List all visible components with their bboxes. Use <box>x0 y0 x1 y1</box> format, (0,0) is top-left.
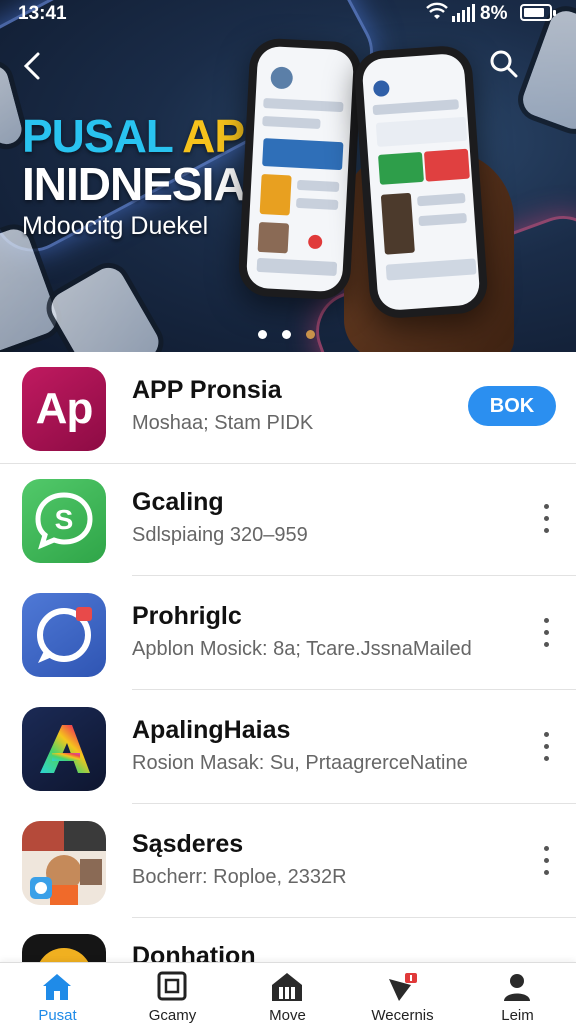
circle-icon <box>22 934 106 962</box>
flag-notification-icon <box>389 973 417 1001</box>
tab-wecernis[interactable]: Wecernis <box>345 963 460 1024</box>
battery-percent: 8% <box>480 3 508 24</box>
hero-banner[interactable]: 13:41 8% PUSAL APR INIDNESIA Mdoocitg Du… <box>0 0 576 352</box>
svg-text:S: S <box>55 504 74 535</box>
search-icon <box>490 50 518 78</box>
photo-collage-icon <box>22 821 106 905</box>
square-frame-icon <box>157 971 187 1001</box>
bottom-navigation: Pusat Gcamy Move Wecernis Leim <box>0 962 576 1024</box>
carousel-dot-active[interactable] <box>306 330 315 339</box>
house-columns-icon <box>272 973 302 1001</box>
phone-mockup-left <box>237 37 363 301</box>
carousel-dot[interactable] <box>258 330 267 339</box>
ap-icon-text: Ap <box>35 384 94 433</box>
app-title: Sąsderes <box>132 830 244 858</box>
divider <box>132 803 576 804</box>
chat-s-icon: S <box>22 479 106 563</box>
app-subtitle: Bocherr: Roploe, 2332R <box>132 866 347 888</box>
app-title: ApalingHaias <box>132 716 291 744</box>
search-button[interactable] <box>484 44 524 84</box>
wifi-icon <box>426 2 448 27</box>
list-item[interactable]: Ap APP Pronsia Moshaa; Stam PIDK BOK <box>0 352 576 464</box>
carousel-dot[interactable] <box>282 330 291 339</box>
more-options-button[interactable] <box>532 842 562 882</box>
list-item[interactable]: ApalingHaias Rosion Masak: Su, Prtaagrer… <box>0 692 576 804</box>
tab-label: Wecernis <box>371 1007 434 1024</box>
phone-mockup-right <box>352 44 490 320</box>
more-options-button[interactable] <box>532 500 562 540</box>
carousel-indicator[interactable] <box>258 326 330 344</box>
back-button[interactable] <box>14 46 54 86</box>
tab-pusat[interactable]: Pusat <box>0 963 115 1024</box>
more-options-button[interactable] <box>532 614 562 654</box>
home-icon <box>43 974 71 1000</box>
battery-icon <box>520 4 556 21</box>
signal-icon <box>452 4 475 22</box>
ap-icon: Ap <box>22 367 106 451</box>
profile-icon <box>504 974 530 1001</box>
divider <box>132 689 576 690</box>
hero-title-line2: INIDNESIA <box>22 158 247 210</box>
list-item[interactable]: Donhation <box>0 920 576 962</box>
list-item[interactable]: S Gcaling Sdlspiaing 320–959 <box>0 464 576 576</box>
hero-subtitle: Mdoocitg Duekel <box>22 212 209 240</box>
tab-label: Leim <box>501 1007 534 1024</box>
app-title: APP Pronsia <box>132 376 282 404</box>
background-phone-image <box>38 254 172 352</box>
app-subtitle: Sdlspiaing 320–959 <box>132 524 308 546</box>
app-subtitle: Rosion Masak: Su, PrtaagrerceNatine <box>132 752 468 774</box>
tab-leim[interactable]: Leim <box>460 963 575 1024</box>
hero-title-part: PUSAL <box>22 110 183 162</box>
app-subtitle: Apblon Mosick: 8a; Tcare.JssnaMailed <box>132 638 472 660</box>
status-bar: 13:41 8% <box>0 0 576 30</box>
message-ring-icon <box>22 593 106 677</box>
list-item[interactable]: Prohriglc Apblon Mosick: 8a; Tcare.Jssna… <box>0 578 576 690</box>
chevron-left-icon <box>23 52 40 80</box>
tab-move[interactable]: Move <box>230 963 345 1024</box>
list-item[interactable]: Sąsderes Bocherr: Roploe, 2332R <box>0 806 576 918</box>
app-subtitle: Moshaa; Stam PIDK <box>132 412 314 434</box>
more-options-button[interactable] <box>532 728 562 768</box>
tab-label: Move <box>269 1007 306 1024</box>
status-time: 13:41 <box>18 3 67 24</box>
divider <box>132 575 576 576</box>
tab-label: Pusat <box>38 1007 77 1024</box>
app-title: Gcaling <box>132 488 224 516</box>
book-button[interactable]: BOK <box>468 386 556 426</box>
hero-title: PUSAL APR <box>22 110 277 162</box>
app-title: Prohriglc <box>132 602 242 630</box>
tab-gcamy[interactable]: Gcamy <box>115 963 230 1024</box>
divider <box>132 917 576 918</box>
rainbow-a-icon <box>22 707 106 791</box>
tab-label: Gcamy <box>148 1007 197 1024</box>
app-title: Donhation <box>132 942 256 962</box>
